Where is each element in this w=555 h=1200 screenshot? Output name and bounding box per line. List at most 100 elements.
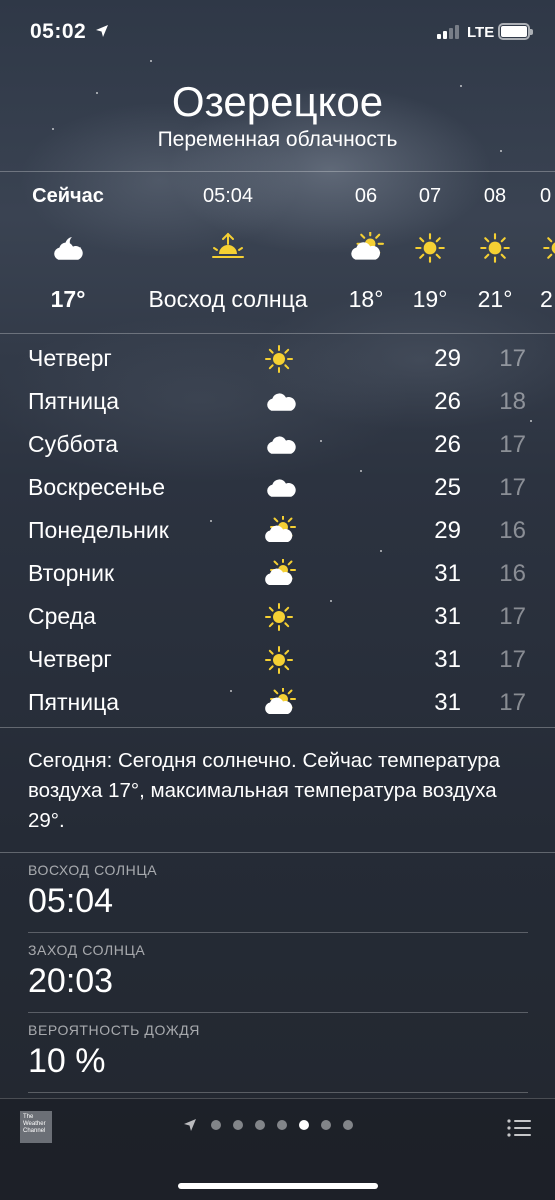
current-condition: Переменная облачность (157, 128, 398, 151)
detail-sunrise: ВОСХОД СОЛНЦА 05:04 (28, 862, 528, 921)
day-name: Воскресенье (28, 474, 166, 500)
hourly-item: 07 19° (402, 172, 458, 332)
home-indicator[interactable] (178, 1183, 378, 1189)
detail-value: 10 % (28, 1042, 106, 1080)
hour-label: 08 (483, 185, 507, 207)
hourly-forecast[interactable]: Сейчас 17° 05:04 Восход солнца 06 18° 07… (0, 172, 555, 332)
detail-label: ЗАХОД СОЛНЦА (28, 942, 146, 958)
cloud-icon (262, 473, 296, 503)
logo-line: Weather (23, 1121, 46, 1127)
city-name: Озерецкое (171, 78, 384, 125)
hour-temp: 2 (540, 286, 553, 312)
hour-label: 06 (354, 185, 378, 207)
daily-row: Среда 31 17 (0, 596, 555, 639)
weather-channel-logo[interactable]: The Weather Channel (20, 1111, 52, 1143)
low-temp: 18 (499, 388, 526, 415)
current-location-icon[interactable] (183, 1118, 197, 1132)
high-temp: 26 (434, 388, 461, 415)
high-temp: 29 (434, 345, 461, 372)
low-temp: 17 (499, 603, 526, 630)
hour-label: 05:04 (202, 185, 254, 207)
sun-icon (477, 232, 513, 264)
low-temp: 16 (499, 517, 526, 544)
moon-cloud-icon (50, 232, 86, 264)
day-name: Пятница (28, 388, 120, 414)
page-dot[interactable] (211, 1120, 221, 1130)
low-temp: 17 (499, 646, 526, 673)
high-temp: 31 (434, 689, 461, 716)
daily-row: Суббота 26 17 (0, 424, 555, 467)
high-temp: 25 (434, 474, 461, 501)
sun-icon (262, 344, 296, 374)
cellular-signal-icon (437, 25, 459, 39)
battery-icon (498, 23, 533, 40)
divider (28, 932, 528, 933)
status-bar: 05:02 LTE (0, 0, 555, 66)
logo-line: Channel (23, 1128, 46, 1134)
daily-row: Пятница 31 17 (0, 682, 555, 725)
divider (0, 852, 555, 853)
page-indicator[interactable] (183, 1118, 353, 1132)
page-dot[interactable] (255, 1120, 265, 1130)
daily-row: Пятница 26 18 (0, 381, 555, 424)
hourly-item: 0 2 (540, 172, 555, 332)
sun-cloud-icon (262, 514, 296, 546)
daily-row: Понедельник 29 16 (0, 510, 555, 553)
high-temp: 31 (434, 560, 461, 587)
daily-row: Четверг 31 17 (0, 639, 555, 682)
day-name: Четверг (28, 646, 112, 672)
hour-temp: Восход солнца (148, 286, 308, 312)
high-temp: 31 (434, 646, 461, 673)
sunrise-icon (210, 232, 246, 264)
sun-cloud-icon (262, 686, 296, 718)
day-name: Суббота (28, 431, 119, 457)
hour-temp: 18° (348, 286, 384, 312)
day-name: Четверг (28, 345, 112, 371)
hour-temp: 17° (50, 286, 86, 312)
hour-label: 07 (418, 185, 442, 207)
sun-cloud-icon (262, 557, 296, 589)
page-dot[interactable] (233, 1120, 243, 1130)
low-temp: 17 (499, 431, 526, 458)
hour-label: 0 (540, 185, 552, 207)
hourly-item: 06 18° (338, 172, 394, 332)
today-summary: Сегодня: Сегодня солнечно. Сейчас темпер… (28, 749, 501, 832)
page-dot[interactable] (277, 1120, 287, 1130)
sun-icon (262, 602, 296, 632)
cloud-icon (262, 430, 296, 460)
daily-row: Четверг 29 17 (0, 338, 555, 381)
divider (28, 1092, 528, 1093)
low-temp: 17 (499, 345, 526, 372)
low-temp: 17 (499, 474, 526, 501)
day-name: Пятница (28, 689, 120, 715)
city-list-icon[interactable] (506, 1117, 532, 1139)
hourly-item: 05:04 Восход солнца (128, 172, 328, 332)
detail-sunset: ЗАХОД СОЛНЦА 20:03 (28, 942, 528, 1001)
high-temp: 26 (434, 431, 461, 458)
low-temp: 16 (499, 560, 526, 587)
detail-label: ВОСХОД СОЛНЦА (28, 862, 158, 878)
page-dot[interactable] (343, 1120, 353, 1130)
hourly-item: Сейчас 17° (18, 172, 118, 332)
low-temp: 17 (499, 689, 526, 716)
bottom-toolbar: The Weather Channel (0, 1098, 555, 1200)
divider (0, 333, 555, 334)
sun-icon (262, 645, 296, 675)
page-dot[interactable] (321, 1120, 331, 1130)
sun-cloud-icon (348, 230, 384, 264)
divider (0, 727, 555, 728)
page-dot[interactable] (299, 1120, 309, 1130)
hour-temp: 19° (412, 286, 448, 312)
hour-label: Сейчас (32, 185, 104, 207)
divider (28, 1012, 528, 1013)
high-temp: 29 (434, 517, 461, 544)
hourly-item: 08 21° (467, 172, 523, 332)
day-name: Понедельник (28, 517, 169, 543)
daily-row: Воскресенье 25 17 (0, 467, 555, 510)
network-type: LTE (467, 24, 495, 41)
detail-label: ВЕРОЯТНОСТЬ ДОЖДЯ (28, 1022, 201, 1038)
detail-rain-chance: ВЕРОЯТНОСТЬ ДОЖДЯ 10 % (28, 1022, 528, 1081)
detail-value: 20:03 (28, 962, 114, 1000)
logo-line: The (23, 1114, 34, 1120)
sun-icon (412, 232, 448, 264)
